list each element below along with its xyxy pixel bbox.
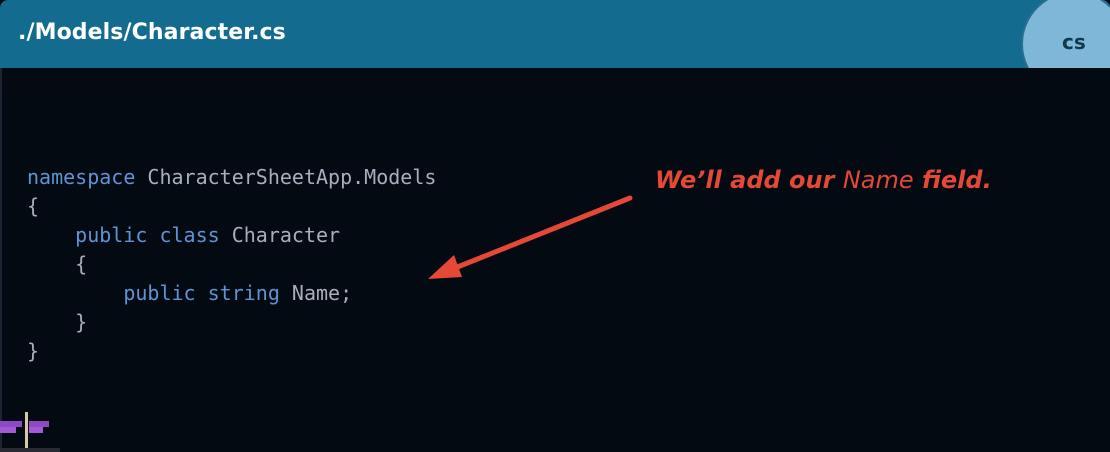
- code-line-5: public string Name;: [123, 281, 353, 305]
- code-line-4: {: [27, 252, 88, 276]
- flag-right-bottom: [29, 427, 43, 433]
- code-line-1: namespace CharacterSheetApp.Models: [27, 165, 437, 189]
- flag-pole: [25, 412, 28, 450]
- annotation-prefix: We’ll add our: [655, 166, 843, 194]
- annotation-name-word: Name: [842, 166, 914, 194]
- code-line-6: }: [27, 310, 88, 334]
- field-annotation: We’ll add our Name field.: [655, 166, 992, 194]
- arrow-head: [428, 255, 462, 279]
- public-keyword: public: [75, 223, 148, 247]
- file-path-title: ./Models/Character.cs: [18, 20, 286, 45]
- flag-right-top: [29, 421, 49, 427]
- code-slide: ./Models/Character.cs cs namespace Chara…: [0, 0, 1110, 452]
- file-header: ./Models/Character.cs: [0, 0, 1110, 68]
- string-keyword: string: [207, 281, 280, 305]
- flag-left-top: [0, 421, 22, 427]
- red-arrow-icon: [428, 195, 633, 279]
- code-line-2: {: [27, 194, 40, 218]
- language-label: cs: [1062, 30, 1086, 54]
- namespace-keyword: namespace: [27, 165, 136, 189]
- code-block: namespace CharacterSheetApp.Models { pub…: [27, 163, 436, 366]
- code-line-7: }: [27, 339, 40, 363]
- annotation-suffix: field.: [913, 166, 992, 194]
- arrow-shaft: [447, 195, 633, 273]
- purple-flags-icon: [0, 412, 60, 452]
- class-keyword: class: [159, 223, 220, 247]
- code-line-3: public class Character: [75, 223, 341, 247]
- flag-left-bottom: [0, 427, 16, 433]
- public-keyword: public: [123, 281, 196, 305]
- flag-base: [0, 448, 60, 452]
